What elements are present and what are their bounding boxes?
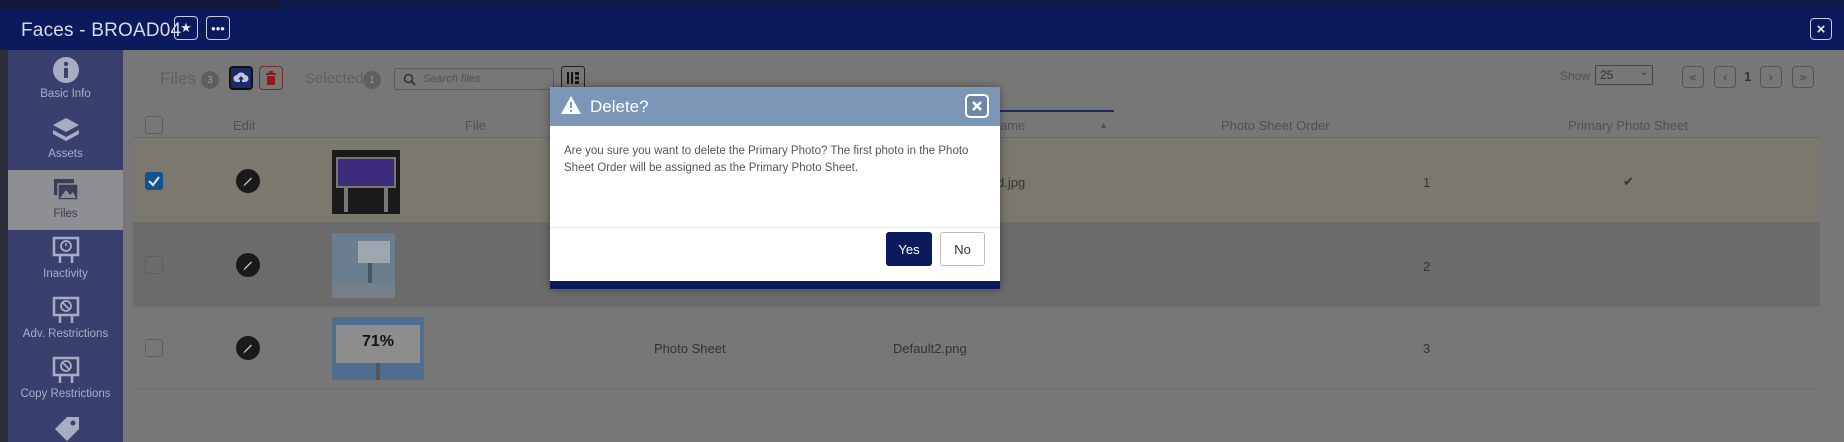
- sidebar-item-tags[interactable]: [8, 410, 123, 442]
- delete-files-button[interactable]: [259, 66, 283, 90]
- row-checkbox[interactable]: [145, 339, 163, 357]
- files-count-badge: 3: [201, 71, 219, 89]
- header-name[interactable]: ame: [1000, 118, 1025, 133]
- sidebar-item-inactivity[interactable]: Inactivity: [8, 230, 123, 290]
- sidebar-item-label: Basic Info: [40, 88, 91, 100]
- edit-button[interactable]: [236, 336, 260, 360]
- photo-sheet-order: 2: [1423, 259, 1431, 274]
- close-icon: [972, 101, 982, 111]
- file-thumbnail[interactable]: [332, 233, 395, 298]
- warning-icon: [561, 96, 581, 114]
- table-row[interactable]: 71% Photo Sheet Default2.png 3: [133, 307, 1820, 389]
- first-page-button[interactable]: «: [1682, 66, 1704, 88]
- file-name: d.jpg: [997, 175, 1026, 190]
- layers-icon: [52, 118, 79, 141]
- more-icon: •••: [211, 20, 225, 36]
- sidebar-item-copy-restrictions[interactable]: Copy Restrictions: [8, 350, 123, 410]
- last-page-button[interactable]: »: [1792, 66, 1814, 88]
- images-icon: [53, 179, 79, 201]
- sidebar: Basic Info Assets Files Inactivity Adv. …: [8, 50, 123, 442]
- window-titlebar: Faces - BROAD04 ★ ••• ×: [0, 10, 1844, 50]
- top-strip: [0, 0, 1844, 10]
- dialog-message: Are you sure you want to delete the Prim…: [564, 145, 969, 174]
- photo-sheet-order: 1: [1423, 175, 1431, 190]
- double-chevron-right-icon: »: [1799, 70, 1807, 84]
- more-button[interactable]: •••: [206, 16, 230, 40]
- files-heading: Files: [160, 69, 196, 88]
- pencil-icon: [243, 261, 252, 271]
- edit-button[interactable]: [236, 169, 260, 193]
- row-checkbox[interactable]: [145, 172, 163, 190]
- close-icon: ×: [1816, 20, 1826, 38]
- sort-asc-icon: ▲: [1099, 120, 1108, 130]
- search-icon: [403, 73, 416, 86]
- check-icon: [148, 176, 160, 187]
- copy-ban-icon: [52, 356, 79, 383]
- chevron-right-icon: ›: [1769, 70, 1773, 84]
- primary-check-icon: ✔: [1623, 174, 1634, 189]
- favorite-button[interactable]: ★: [174, 16, 198, 40]
- photo-sheet-order: 3: [1423, 341, 1431, 356]
- header-edit: Edit: [233, 118, 256, 133]
- upload-button[interactable]: [229, 66, 253, 90]
- window-title: Faces - BROAD04: [21, 20, 182, 41]
- pencil-icon: [243, 177, 252, 187]
- show-label: Show: [1560, 69, 1591, 83]
- header-primary-photo-sheet[interactable]: Primary Photo Sheet: [1568, 118, 1688, 133]
- sidebar-item-label: Copy Restrictions: [20, 388, 111, 400]
- sidebar-item-basic-info[interactable]: Basic Info: [8, 50, 123, 110]
- dialog-header: Delete?: [550, 87, 1000, 126]
- billboard-ban-icon: [52, 296, 79, 323]
- dialog-footer-bar: [550, 281, 1000, 289]
- edit-button[interactable]: [236, 253, 260, 277]
- next-page-button[interactable]: ›: [1760, 66, 1782, 88]
- file-name: Default2.png: [893, 341, 967, 356]
- page-size-select[interactable]: 25 ⌄: [1595, 65, 1653, 85]
- sidebar-item-label: Inactivity: [43, 268, 88, 280]
- window-close-button[interactable]: ×: [1810, 18, 1832, 40]
- current-page: 1: [1744, 69, 1752, 84]
- prev-page-button[interactable]: ‹: [1714, 66, 1736, 88]
- double-chevron-left-icon: «: [1689, 70, 1697, 84]
- delete-confirm-dialog: Delete? Are you sure you want to delete …: [550, 87, 1000, 289]
- selected-label: Selected: [305, 70, 364, 87]
- thumbnail-text: 71%: [336, 325, 420, 363]
- file-thumbnail[interactable]: [332, 150, 400, 214]
- yes-button[interactable]: Yes: [886, 232, 932, 266]
- chevron-down-icon: ⌄: [1639, 67, 1648, 78]
- info-icon: [52, 57, 79, 83]
- trash-icon: [266, 71, 276, 85]
- cloud-upload-icon: [233, 72, 249, 82]
- header-file: File: [465, 118, 486, 133]
- file-type: Photo Sheet: [654, 341, 726, 356]
- sort-indicator: [990, 110, 1114, 112]
- sidebar-item-files[interactable]: Files: [8, 170, 123, 230]
- columns-icon: [567, 72, 579, 84]
- star-icon: ★: [180, 20, 192, 35]
- sidebar-item-label: Adv. Restrictions: [22, 328, 109, 340]
- sidebar-item-assets[interactable]: Assets: [8, 110, 123, 170]
- billboard-clock-icon: [52, 236, 79, 263]
- dialog-divider: [550, 227, 1000, 228]
- sidebar-item-label: Assets: [48, 148, 83, 160]
- row-checkbox[interactable]: [145, 256, 163, 274]
- pencil-icon: [243, 344, 252, 354]
- tag-icon: [54, 417, 79, 441]
- search-input[interactable]: Search files: [394, 68, 554, 90]
- selected-count-badge: 1: [363, 71, 381, 89]
- search-placeholder: Search files: [423, 73, 481, 85]
- select-all-checkbox[interactable]: [145, 116, 163, 134]
- header-photo-sheet-order[interactable]: Photo Sheet Order: [1221, 118, 1329, 133]
- no-button[interactable]: No: [940, 232, 985, 266]
- chevron-left-icon: ‹: [1723, 70, 1727, 84]
- dialog-close-button[interactable]: [965, 94, 989, 118]
- dialog-title: Delete?: [590, 97, 649, 116]
- sidebar-item-adv-restrictions[interactable]: Adv. Restrictions: [8, 290, 123, 350]
- sidebar-item-label: Files: [53, 208, 78, 220]
- page-size-value: 25: [1600, 68, 1614, 82]
- file-thumbnail[interactable]: 71%: [332, 317, 424, 380]
